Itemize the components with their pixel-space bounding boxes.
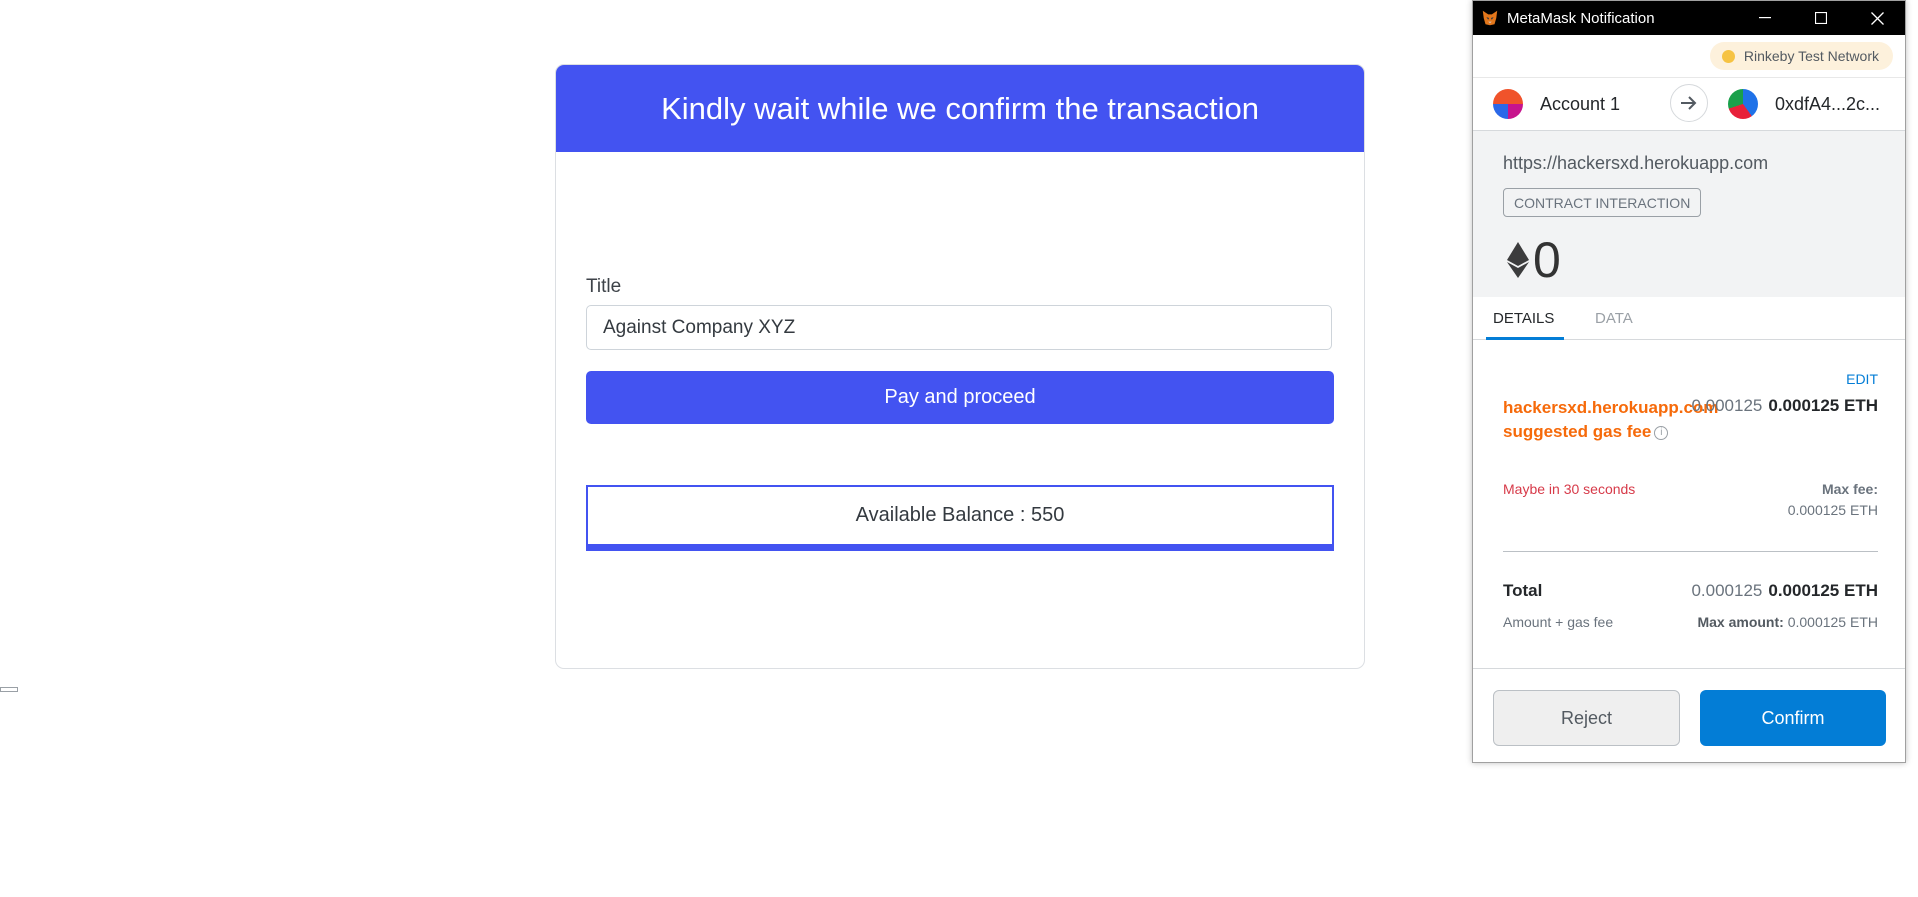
max-amount-value: 0.000125 ETH — [1787, 614, 1878, 630]
origin-url: https://hackersxd.herokuapp.com — [1503, 153, 1769, 173]
tab-details[interactable]: DETAILS — [1485, 310, 1565, 340]
amount-gas-label: Amount + gas fee — [1503, 614, 1614, 630]
confirm-button[interactable]: Confirm — [1700, 690, 1886, 746]
window-title: MetaMask Notification — [1507, 9, 1655, 27]
recipient-avatar — [1728, 89, 1758, 119]
network-name: Rinkeby Test Network — [1743, 48, 1879, 64]
amount-value: 0 — [1533, 232, 1561, 288]
arrow-right-icon — [1670, 84, 1708, 122]
contract-interaction-badge: CONTRACT INTERACTION — [1503, 188, 1702, 217]
eth-amount: 0 — [1507, 231, 1561, 289]
recipient-address[interactable]: 0xdfA4...2c... — [1775, 94, 1880, 115]
total-primary: 0.000125 ETH — [1768, 581, 1878, 600]
transaction-card: Kindly wait while we confirm the transac… — [555, 64, 1365, 669]
transaction-summary: https://hackersxd.herokuapp.com CONTRACT… — [1473, 131, 1905, 297]
sender-recipient-row: Account 1 0xdfA4...2c... — [1473, 78, 1905, 131]
time-estimate: Maybe in 30 seconds — [1503, 481, 1636, 497]
account-avatar — [1493, 89, 1523, 119]
details-panel: EDIT hackersxd.herokuapp.com suggested g… — [1473, 340, 1905, 668]
max-fee-label: Max fee: — [1821, 481, 1878, 497]
sender-account-name[interactable]: Account 1 — [1540, 94, 1620, 115]
max-amount-label: Max amount: — [1697, 614, 1784, 630]
metamask-fox-icon — [1482, 10, 1498, 26]
divider — [1503, 551, 1878, 552]
ethereum-icon — [1507, 242, 1529, 278]
close-icon[interactable] — [1849, 1, 1905, 35]
reject-button[interactable]: Reject — [1493, 690, 1680, 746]
page-edge-control — [0, 687, 18, 692]
total-secondary: 0.000125 — [1691, 581, 1763, 600]
pay-and-proceed-button[interactable]: Pay and proceed — [586, 371, 1334, 424]
total-label: Total — [1503, 581, 1543, 600]
gas-fee-label: hackersxd.herokuapp.com suggested gas fe… — [1503, 396, 1718, 444]
available-balance: Available Balance : 550 — [586, 485, 1334, 551]
maximize-icon[interactable] — [1793, 1, 1849, 35]
title-input[interactable] — [586, 305, 1332, 350]
gas-fee-value: 0.000125 0.000125 ETH — [1691, 396, 1878, 416]
metamask-window: MetaMask Notification Rinkeby Test Netwo… — [1472, 0, 1906, 763]
gas-fee-secondary: 0.000125 — [1691, 396, 1763, 415]
max-fee-value: 0.000125 ETH — [1787, 502, 1878, 518]
minimize-icon[interactable] — [1737, 1, 1793, 35]
gas-fee-label-text: hackersxd.herokuapp.com suggested gas fe… — [1503, 398, 1719, 441]
window-titlebar: MetaMask Notification — [1473, 1, 1905, 35]
gas-fee-primary: 0.000125 ETH — [1768, 396, 1878, 415]
max-amount: Max amount: 0.000125 ETH — [1697, 614, 1878, 630]
tab-bar: DETAILS DATA — [1473, 297, 1905, 340]
action-footer: Reject Confirm — [1473, 668, 1905, 767]
tab-data[interactable]: DATA — [1595, 310, 1633, 327]
network-selector[interactable]: Rinkeby Test Network — [1709, 42, 1893, 70]
total-value: 0.000125 0.000125 ETH — [1691, 581, 1878, 601]
network-dot — [1721, 49, 1735, 63]
network-row: Rinkeby Test Network — [1473, 35, 1905, 78]
title-label: Title — [586, 276, 622, 297]
info-icon[interactable]: i — [1654, 425, 1669, 440]
edit-link[interactable]: EDIT — [1846, 371, 1878, 387]
card-header: Kindly wait while we confirm the transac… — [556, 65, 1364, 152]
